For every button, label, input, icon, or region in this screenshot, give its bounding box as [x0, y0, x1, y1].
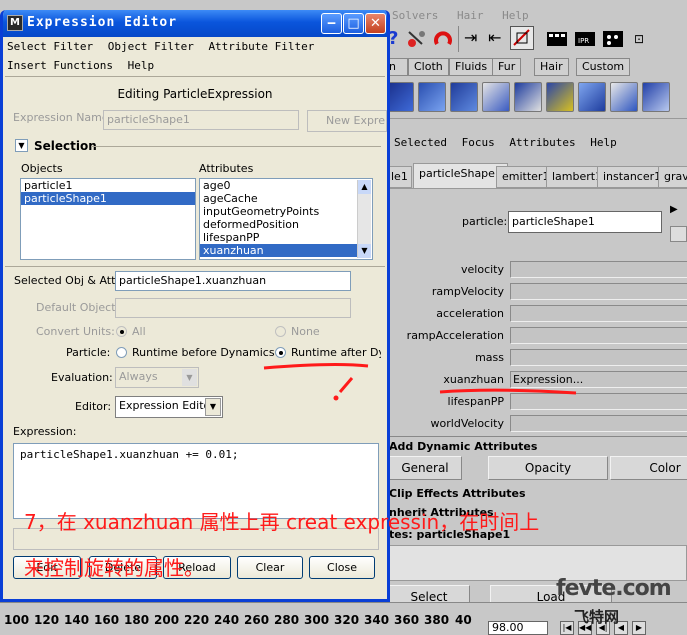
dot-mark: [333, 395, 339, 401]
annotation-marks: [263, 363, 577, 401]
watermark-logo: fevte.com: [556, 576, 672, 601]
annotation-text-line1: 7，在 xuanzhuan 属性上再 creat expressin，在时间上: [24, 510, 540, 534]
underline-mark: [263, 363, 369, 370]
check-mark: [338, 377, 354, 393]
underline-mark: [439, 388, 577, 395]
annotation-text-line2: 来控制旋转的属性。: [24, 556, 204, 580]
watermark-chinese: 飞特网: [574, 608, 620, 626]
